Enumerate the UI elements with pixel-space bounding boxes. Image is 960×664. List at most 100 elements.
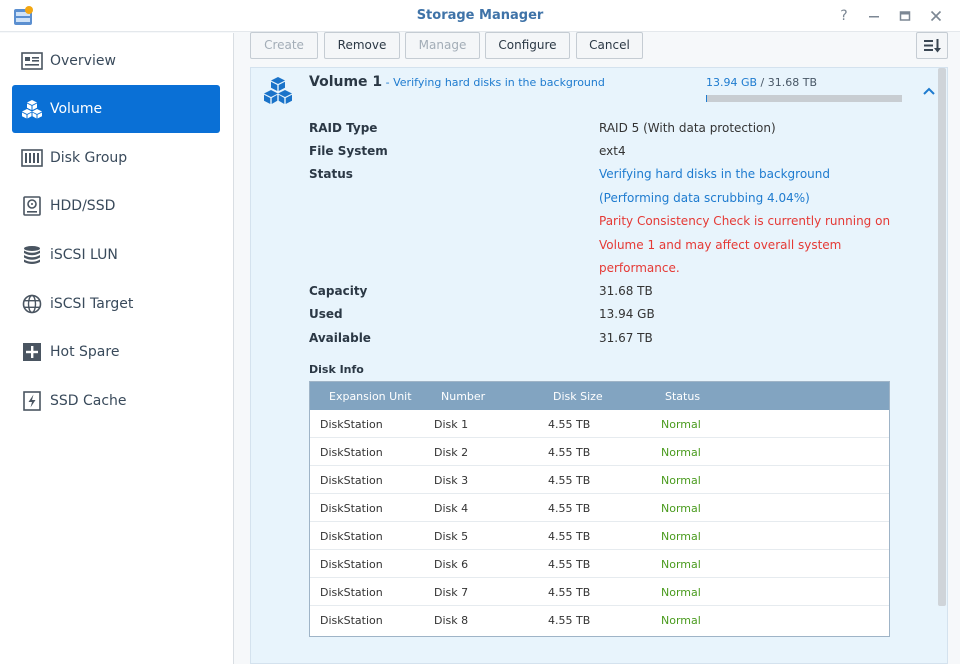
cell-disk-size: 4.55 TB	[548, 614, 591, 627]
sidebar-item-label: HDD/SSD	[50, 198, 116, 214]
status-value-line2: (Performing data scrubbing 4.04%)	[599, 191, 810, 205]
disk-info-title: Disk Info	[309, 363, 364, 376]
capacity-label: Capacity	[309, 284, 368, 298]
table-row[interactable]: DiskStation Disk 1 4.55 TB Normal	[310, 410, 889, 438]
sidebar-item-ssd-cache[interactable]: SSD Cache	[12, 377, 220, 425]
usage-bar	[706, 95, 902, 102]
cell-status: Normal	[661, 474, 701, 487]
volume-title: Volume 1 - Verifying hard disks in the b…	[309, 74, 605, 90]
cell-expansion-unit: DiskStation	[320, 530, 383, 543]
sidebar: Overview Volume Disk Group HDD/SSD iSCSI…	[0, 33, 234, 664]
cell-expansion-unit: DiskStation	[320, 586, 383, 599]
cell-number: Disk 3	[434, 474, 469, 487]
cell-expansion-unit: DiskStation	[320, 614, 383, 627]
chevron-up-icon[interactable]	[922, 86, 936, 96]
volume-icon	[22, 100, 42, 119]
status-label: Status	[309, 167, 353, 181]
table-row[interactable]: DiskStation Disk 6 4.55 TB Normal	[310, 550, 889, 578]
used-amount: 13.94 GB	[706, 76, 758, 89]
sidebar-item-hdd-ssd[interactable]: HDD/SSD	[12, 182, 220, 230]
used-value: 13.94 GB	[599, 307, 655, 321]
volume-icon	[264, 77, 292, 104]
sidebar-item-iscsi-lun[interactable]: iSCSI LUN	[12, 231, 220, 279]
window-title: Storage Manager	[416, 8, 544, 23]
sidebar-item-iscsi-target[interactable]: iSCSI Target	[12, 280, 220, 328]
table-row[interactable]: DiskStation Disk 2 4.55 TB Normal	[310, 438, 889, 466]
cell-disk-size: 4.55 TB	[548, 474, 591, 487]
cell-number: Disk 7	[434, 586, 469, 599]
usage-text: 13.94 GB / 31.68 TB	[706, 76, 817, 89]
sort-icon	[924, 39, 941, 53]
remove-button[interactable]: Remove	[324, 32, 400, 59]
capacity-value: 31.68 TB	[599, 284, 653, 298]
file-system-value: ext4	[599, 144, 626, 158]
target-icon	[22, 294, 42, 314]
status-value-line1: Verifying hard disks in the background	[599, 167, 830, 181]
cell-disk-size: 4.55 TB	[548, 446, 591, 459]
sidebar-item-overview[interactable]: Overview	[12, 37, 220, 85]
table-header: Expansion Unit Number Disk Size Status	[310, 382, 889, 410]
restore-icon[interactable]	[895, 6, 915, 26]
cell-number: Disk 2	[434, 446, 469, 459]
table-row[interactable]: DiskStation Disk 8 4.55 TB Normal	[310, 606, 889, 634]
sidebar-item-label: Volume	[50, 101, 103, 117]
warning-line1: Parity Consistency Check is currently ru…	[599, 214, 891, 228]
cell-disk-size: 4.55 TB	[548, 502, 591, 515]
table-row[interactable]: DiskStation Disk 5 4.55 TB Normal	[310, 522, 889, 550]
cell-status: Normal	[661, 586, 701, 599]
used-label: Used	[309, 307, 343, 321]
close-icon[interactable]	[926, 6, 946, 26]
cell-expansion-unit: DiskStation	[320, 558, 383, 571]
cell-status: Normal	[661, 614, 701, 627]
ssd-cache-icon	[23, 391, 41, 411]
raid-type-value: RAID 5 (With data protection)	[599, 121, 776, 135]
sidebar-item-label: Overview	[50, 53, 116, 69]
warning-line3: performance.	[599, 261, 680, 275]
table-row[interactable]: DiskStation Disk 7 4.55 TB Normal	[310, 578, 889, 606]
help-icon[interactable]: ?	[834, 6, 854, 26]
column-header-expansion-unit[interactable]: Expansion Unit	[329, 390, 412, 403]
cell-expansion-unit: DiskStation	[320, 474, 383, 487]
cell-expansion-unit: DiskStation	[320, 418, 383, 431]
sidebar-item-hot-spare[interactable]: Hot Spare	[12, 328, 220, 376]
column-header-disk-size[interactable]: Disk Size	[553, 390, 603, 403]
sidebar-item-label: Hot Spare	[50, 344, 120, 360]
disk-info-table: Expansion Unit Number Disk Size Status D…	[309, 381, 890, 637]
available-value: 31.67 TB	[599, 331, 653, 345]
toolbar: Create Remove Manage Configure Cancel	[250, 32, 960, 62]
sidebar-item-label: iSCSI Target	[50, 296, 134, 312]
title-bar: Storage Manager ?	[0, 0, 960, 32]
sort-button[interactable]	[916, 32, 948, 59]
sidebar-item-label: iSCSI LUN	[50, 247, 118, 263]
minimize-icon[interactable]	[864, 6, 884, 26]
hdd-icon	[23, 196, 41, 216]
sidebar-item-label: Disk Group	[50, 150, 128, 166]
table-row[interactable]: DiskStation Disk 4 4.55 TB Normal	[310, 494, 889, 522]
sidebar-item-label: SSD Cache	[50, 393, 127, 409]
cell-disk-size: 4.55 TB	[548, 558, 591, 571]
cell-expansion-unit: DiskStation	[320, 502, 383, 515]
configure-button[interactable]: Configure	[485, 32, 570, 59]
volume-name: Volume 1	[309, 74, 383, 90]
total-amount: / 31.68 TB	[757, 76, 818, 89]
table-row[interactable]: DiskStation Disk 3 4.55 TB Normal	[310, 466, 889, 494]
cell-disk-size: 4.55 TB	[548, 586, 591, 599]
cell-number: Disk 1	[434, 418, 469, 431]
file-system-label: File System	[309, 144, 388, 158]
cell-number: Disk 6	[434, 558, 469, 571]
cell-disk-size: 4.55 TB	[548, 418, 591, 431]
column-header-number[interactable]: Number	[441, 390, 485, 403]
warning-line2: Volume 1 and may affect overall system	[599, 238, 842, 252]
manage-button[interactable]: Manage	[405, 32, 480, 59]
cell-status: Normal	[661, 446, 701, 459]
column-header-status[interactable]: Status	[665, 390, 700, 403]
sidebar-item-disk-group[interactable]: Disk Group	[12, 134, 220, 182]
cancel-button[interactable]: Cancel	[576, 32, 643, 59]
sidebar-item-volume[interactable]: Volume	[12, 85, 220, 133]
cell-status: Normal	[661, 530, 701, 543]
hot-spare-icon	[23, 343, 41, 361]
create-button[interactable]: Create	[250, 32, 318, 59]
scrollbar[interactable]	[938, 68, 946, 606]
raid-type-label: RAID Type	[309, 121, 378, 135]
cell-number: Disk 4	[434, 502, 469, 515]
